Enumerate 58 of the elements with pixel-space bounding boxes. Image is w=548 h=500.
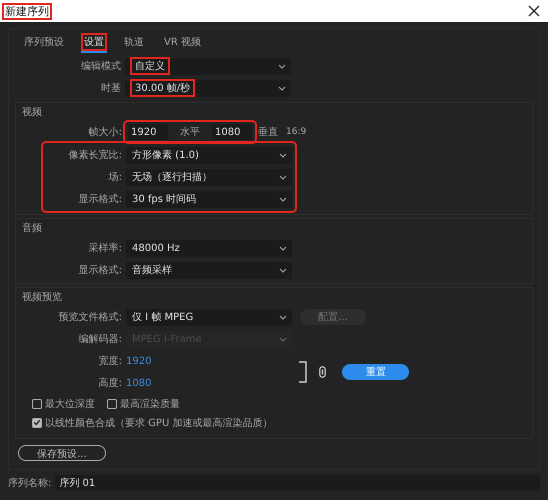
chevron-icon	[279, 246, 287, 250]
chevron-icon	[278, 86, 286, 90]
checkbox[interactable]	[32, 418, 42, 428]
tab[interactable]: 轨道	[121, 33, 147, 53]
bracket-icon	[299, 361, 308, 383]
chevron-icon	[279, 268, 287, 272]
field-label: 预览文件格式:	[58, 310, 123, 324]
checkbox[interactable]	[32, 398, 42, 408]
section-title: 视频	[22, 106, 42, 120]
save-preset-button[interactable]: 保存预设...	[18, 445, 106, 461]
dropdown-value: 30.00 帧/秒	[130, 79, 196, 97]
tab[interactable]: VR 视频	[161, 33, 204, 53]
dropdown-value: 自定义	[130, 57, 170, 75]
field-label: 时基	[100, 82, 122, 95]
field-label: 编辑模式	[80, 60, 122, 73]
link-icon[interactable]	[319, 366, 326, 378]
dropdown[interactable]: 自定义	[125, 58, 291, 74]
chevron-icon	[279, 196, 287, 202]
width-field[interactable]: 1920	[128, 124, 168, 140]
field-label: 采样率:	[88, 242, 123, 255]
field-label: 宽度:	[98, 354, 123, 368]
chevron-icon	[278, 64, 286, 68]
dropdown[interactable]: 方形像素 (1.0)	[126, 146, 292, 164]
field-label: 场:	[108, 171, 123, 184]
dropdown[interactable]: 音频采样	[126, 262, 292, 278]
width-label: 水平	[179, 126, 201, 139]
field-label: 帧大小:	[88, 126, 123, 139]
checkbox-label: 最高渲染质量	[120, 398, 180, 410]
checkbox-label: 以线性颜色合成（要求 GPU 加速或最高渲染品质）	[45, 416, 272, 430]
height-field[interactable]: 1080	[212, 124, 252, 140]
checkbox-label: 最大位深度	[45, 398, 95, 410]
tab[interactable]: 序列预设	[21, 33, 67, 53]
field-label: 编解码器:	[78, 332, 123, 346]
tab[interactable]: 设置	[81, 33, 107, 53]
field-label: 高度:	[98, 376, 123, 390]
height-value[interactable]: 1080	[126, 378, 152, 388]
height-label: 垂直	[257, 126, 279, 139]
chevron-icon	[279, 336, 287, 342]
dropdown[interactable]: 无场（逐行扫描）	[126, 168, 292, 186]
chevron-icon	[279, 152, 287, 158]
dropdown[interactable]: 48000 Hz	[126, 240, 292, 256]
aspect-ratio: 16:9	[285, 127, 308, 137]
section-title: 视频预览	[22, 290, 62, 305]
field-label: 序列名称:	[8, 476, 52, 490]
window-title: 新建序列	[2, 2, 52, 20]
checkbox[interactable]	[107, 398, 117, 408]
chevron-icon	[279, 314, 287, 320]
dropdown[interactable]: 仅 I 帧 MPEG	[126, 308, 292, 326]
close-icon[interactable]	[528, 5, 540, 17]
field-label: 显示格式:	[78, 264, 123, 277]
section-title: 音频	[22, 222, 42, 236]
sequence-name-field[interactable]: 序列 01	[55, 475, 540, 490]
chevron-icon	[279, 174, 287, 180]
width-value[interactable]: 1920	[126, 356, 152, 366]
field-label: 显示格式:	[78, 192, 123, 206]
dropdown[interactable]: 30.00 帧/秒	[125, 80, 291, 96]
dropdown[interactable]: 30 fps 时间码	[126, 190, 292, 208]
field-label: 像素长宽比:	[68, 148, 123, 162]
